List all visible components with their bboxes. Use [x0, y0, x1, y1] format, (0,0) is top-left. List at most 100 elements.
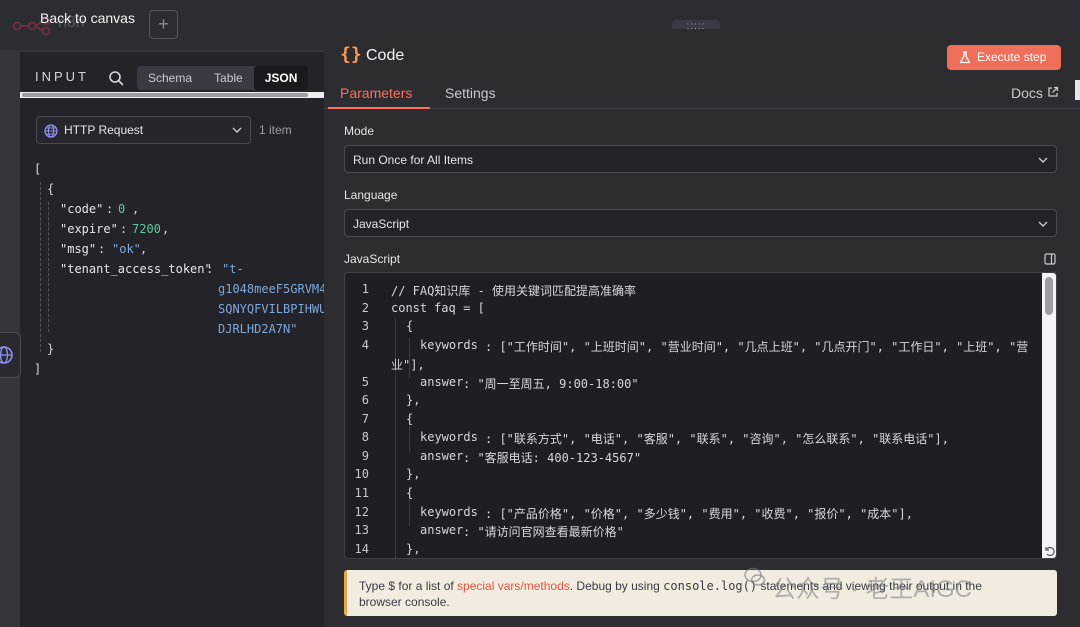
code-string: : "请访问官网查看最新价格": [463, 525, 624, 539]
code-string: : "周一至周五, 9:00-18:00": [463, 377, 639, 391]
line-number: 5: [361, 375, 369, 389]
horizontal-scrollbar-thumb[interactable]: [22, 93, 308, 97]
code-string: : ["联系方式", "电话", "客服", "联系", "咨询", "怎么联系…: [485, 432, 949, 446]
json-brace: }: [47, 342, 55, 356]
input-node-tab[interactable]: [0, 332, 21, 378]
code-property: answer: [420, 449, 464, 463]
json-comma: ,: [162, 222, 170, 236]
special-vars-link[interactable]: special vars/methods: [457, 579, 570, 593]
json-colon: :: [98, 242, 106, 256]
tab-parameters[interactable]: Parameters: [340, 85, 412, 101]
globe-icon: [0, 346, 13, 364]
code-editor[interactable]: 1 2 3 4 5 6 7 8 9 10 11 12 13 14 // FAQ知…: [344, 272, 1057, 559]
globe-icon: [44, 124, 58, 138]
code-property: answer: [420, 375, 464, 389]
chevron-down-icon: [1038, 157, 1048, 163]
json-comma: ,: [132, 202, 140, 216]
hint-line-2: browser console.: [359, 595, 450, 609]
line-number: 14: [354, 542, 369, 556]
line-number: 10: [354, 467, 369, 481]
json-bracket: [: [34, 162, 42, 176]
execute-step-label: Execute step: [977, 50, 1047, 64]
code-punctuation: },: [406, 467, 421, 481]
code-property: keywords: [420, 338, 478, 352]
resize-icon[interactable]: [1044, 545, 1056, 557]
json-colon: :: [206, 262, 214, 276]
editor-scrollbar-thumb[interactable]: [1045, 277, 1053, 315]
chevron-down-icon: [1038, 221, 1048, 227]
json-value-number: 0: [118, 202, 126, 216]
hint-prefix: Type $ for a list of: [359, 579, 458, 593]
json-key: "tenant_access_token": [60, 262, 212, 276]
code-string: : ["产品价格", "价格", "多少钱", "费用", "收费", "报价"…: [485, 507, 913, 521]
json-value-string: SQNYQFVILBPIHWU: [218, 302, 327, 316]
json-key: "code": [60, 202, 104, 216]
line-number: 3: [361, 319, 369, 333]
hint-middle: . Debug by using: [569, 579, 664, 593]
code-identifier: faq: [434, 301, 456, 315]
editor-label: JavaScript: [344, 252, 401, 266]
line-number: 6: [361, 393, 369, 407]
code-punctuation: {: [406, 486, 414, 500]
horizontal-scrollbar[interactable]: [20, 92, 324, 98]
line-number: 7: [361, 412, 369, 426]
code-punctuation: = [: [456, 301, 485, 315]
add-node-button[interactable]: +: [149, 10, 178, 39]
tab-table[interactable]: Table: [203, 66, 254, 90]
back-to-canvas-button[interactable]: Back to canvas: [40, 10, 135, 26]
input-panel-header: INPUT Schema Table JSON: [20, 52, 324, 92]
mode-value: Run Once for All Items: [353, 153, 474, 167]
code-string: : ["工作时间", "上班时间", "营业时间", "几点上班", "几点开门…: [485, 340, 1029, 354]
line-number: 4: [361, 338, 369, 352]
language-label: Language: [344, 188, 398, 202]
tab-settings[interactable]: Settings: [445, 85, 496, 101]
line-number: 11: [354, 486, 369, 500]
code-punctuation: {: [406, 319, 414, 333]
indent-guide: [395, 319, 396, 558]
code-braces-icon: {}: [340, 44, 362, 65]
json-value-string: "t-: [222, 262, 244, 276]
editor-scrollbar[interactable]: [1042, 273, 1056, 558]
language-select[interactable]: JavaScript: [344, 209, 1057, 237]
external-link-icon[interactable]: [1047, 86, 1059, 98]
item-count: 1 item: [259, 123, 292, 137]
node-tabs: Parameters Settings: [324, 81, 1080, 109]
line-number: 13: [354, 523, 369, 537]
code-string: 业"],: [391, 358, 425, 372]
tab-json[interactable]: JSON: [253, 66, 309, 90]
line-number: 8: [361, 430, 369, 444]
json-indent-guide: [48, 202, 49, 332]
mode-label: Mode: [344, 124, 375, 138]
code-property: answer: [420, 523, 464, 537]
tab-schema[interactable]: Schema: [137, 66, 203, 90]
json-colon: :: [106, 202, 114, 216]
source-node-select[interactable]: HTTP Request: [36, 116, 251, 144]
json-bracket: ]: [34, 362, 42, 376]
search-icon[interactable]: [108, 70, 124, 86]
json-key: "expire": [60, 222, 118, 236]
mode-select[interactable]: Run Once for All Items: [344, 145, 1057, 173]
wechat-watermark-icon: [744, 567, 766, 586]
json-key: "msg": [60, 242, 97, 256]
input-panel: INPUT Schema Table JSON HTTP Request 1 i…: [20, 52, 327, 627]
node-header: {} Code Execute step: [324, 29, 1080, 81]
code-punctuation: {: [406, 412, 414, 426]
json-value-number: 7200: [132, 222, 161, 236]
code-content[interactable]: // FAQ知识库 - 使用关键词匹配提高准确率 const faq = [ {…: [391, 273, 1041, 558]
execute-step-button[interactable]: Execute step: [947, 45, 1061, 70]
code-property: keywords: [420, 505, 478, 519]
expand-panel-icon[interactable]: [1044, 253, 1056, 265]
docs-link[interactable]: Docs: [1011, 85, 1043, 101]
input-panel-title: INPUT: [35, 69, 89, 84]
line-number: 1: [361, 282, 369, 296]
json-value-string: g1048meeF5GRVM4: [218, 282, 327, 296]
code-node-panel: {} Code Execute step Parameters Settings…: [324, 29, 1080, 627]
node-title[interactable]: Code: [366, 47, 404, 65]
chevron-down-icon: [232, 127, 242, 133]
input-view-tabs: Schema Table JSON: [137, 66, 309, 90]
line-number: 9: [361, 449, 369, 463]
language-value: JavaScript: [353, 217, 410, 231]
line-number: 12: [354, 505, 369, 519]
code-property: keywords: [420, 430, 478, 444]
code-comment: // FAQ知识库 - 使用关键词匹配提高准确率: [391, 284, 637, 298]
